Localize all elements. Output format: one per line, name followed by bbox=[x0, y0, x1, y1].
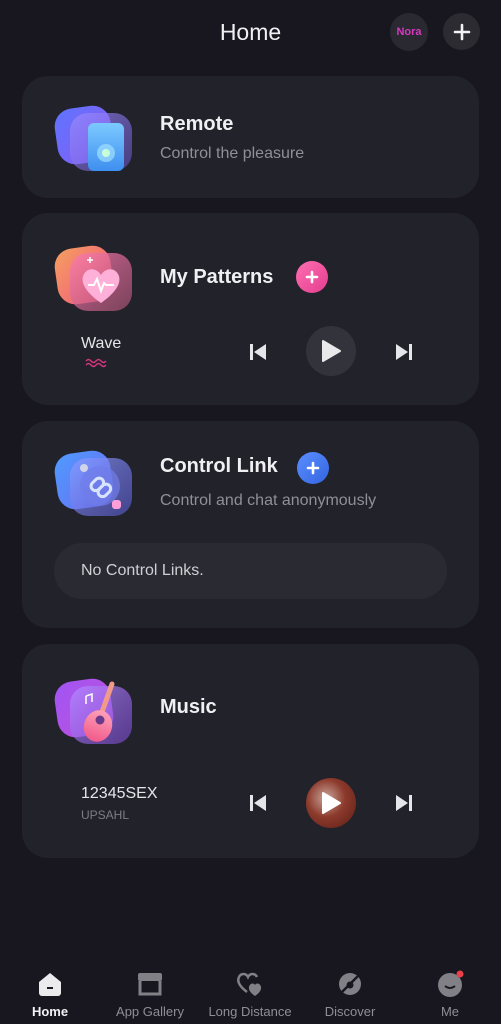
remote-title: Remote bbox=[160, 113, 234, 135]
control-link-subtitle: Control and chat anonymously bbox=[160, 492, 377, 509]
tab-home[interactable]: Home bbox=[0, 960, 100, 1024]
plus-icon bbox=[306, 461, 320, 475]
control-link-title: Control Link bbox=[160, 455, 278, 477]
remote-card[interactable]: Remote Control the pleasure bbox=[22, 76, 479, 198]
tab-me[interactable]: Me bbox=[400, 960, 500, 1024]
tab-app-gallery[interactable]: App Gallery bbox=[100, 960, 200, 1024]
skip-previous-icon bbox=[250, 344, 266, 360]
user-badge-button[interactable]: Nora bbox=[390, 13, 428, 51]
plus-icon bbox=[305, 270, 319, 284]
plus-icon bbox=[453, 23, 470, 40]
tab-app-gallery-label: App Gallery bbox=[116, 1004, 184, 1019]
control-links-empty-state: No Control Links. bbox=[54, 543, 447, 599]
control-link-card: Control Link Control and chat anonymousl… bbox=[22, 421, 479, 628]
current-pattern-name: Wave bbox=[81, 335, 122, 352]
wave-icon bbox=[85, 358, 107, 368]
header: Home Nora bbox=[0, 0, 501, 68]
previous-track-button[interactable] bbox=[244, 789, 272, 817]
next-track-button[interactable] bbox=[390, 789, 418, 817]
track-title: 12345SEX bbox=[81, 785, 158, 802]
tab-long-distance-label: Long Distance bbox=[208, 1004, 292, 1019]
hearts-icon bbox=[237, 972, 262, 996]
bottom-tab-bar: Home App Gallery Long Distance Discover … bbox=[0, 960, 501, 1024]
tab-me-label: Me bbox=[440, 1004, 460, 1019]
next-pattern-button[interactable] bbox=[390, 338, 418, 366]
remote-subtitle: Control the pleasure bbox=[160, 145, 305, 162]
skip-previous-icon bbox=[250, 795, 266, 811]
music-title: Music bbox=[160, 696, 217, 718]
tab-home-label: Home bbox=[31, 1004, 69, 1019]
home-icon bbox=[39, 973, 61, 996]
play-icon bbox=[322, 792, 341, 814]
planet-icon bbox=[339, 973, 361, 995]
skip-next-icon bbox=[396, 344, 412, 360]
music-card: Music 12345SEX UPSAHL bbox=[22, 644, 479, 858]
store-icon bbox=[138, 973, 162, 996]
guitar-icon[interactable] bbox=[54, 674, 134, 746]
profile-face-icon bbox=[438, 970, 464, 997]
add-control-link-button[interactable] bbox=[297, 452, 329, 484]
tab-discover-label: Discover bbox=[324, 1004, 376, 1019]
notification-dot bbox=[456, 970, 464, 978]
add-button[interactable] bbox=[443, 13, 480, 50]
patterns-card: My Patterns Wave bbox=[22, 213, 479, 405]
tab-discover[interactable]: Discover bbox=[300, 960, 400, 1024]
tab-long-distance[interactable]: Long Distance bbox=[200, 960, 300, 1024]
heart-pulse-icon[interactable] bbox=[54, 241, 134, 313]
skip-next-icon bbox=[396, 795, 412, 811]
user-badge-label: Nora bbox=[396, 26, 422, 38]
remote-phone-icon bbox=[54, 101, 134, 173]
add-pattern-button[interactable] bbox=[296, 261, 328, 293]
play-track-button[interactable] bbox=[306, 778, 356, 828]
patterns-title: My Patterns bbox=[160, 266, 274, 288]
link-icon[interactable] bbox=[54, 446, 134, 518]
track-artist: UPSAHL bbox=[81, 808, 130, 822]
play-pattern-button[interactable] bbox=[306, 326, 356, 376]
previous-pattern-button[interactable] bbox=[244, 338, 272, 366]
play-icon bbox=[322, 340, 341, 362]
